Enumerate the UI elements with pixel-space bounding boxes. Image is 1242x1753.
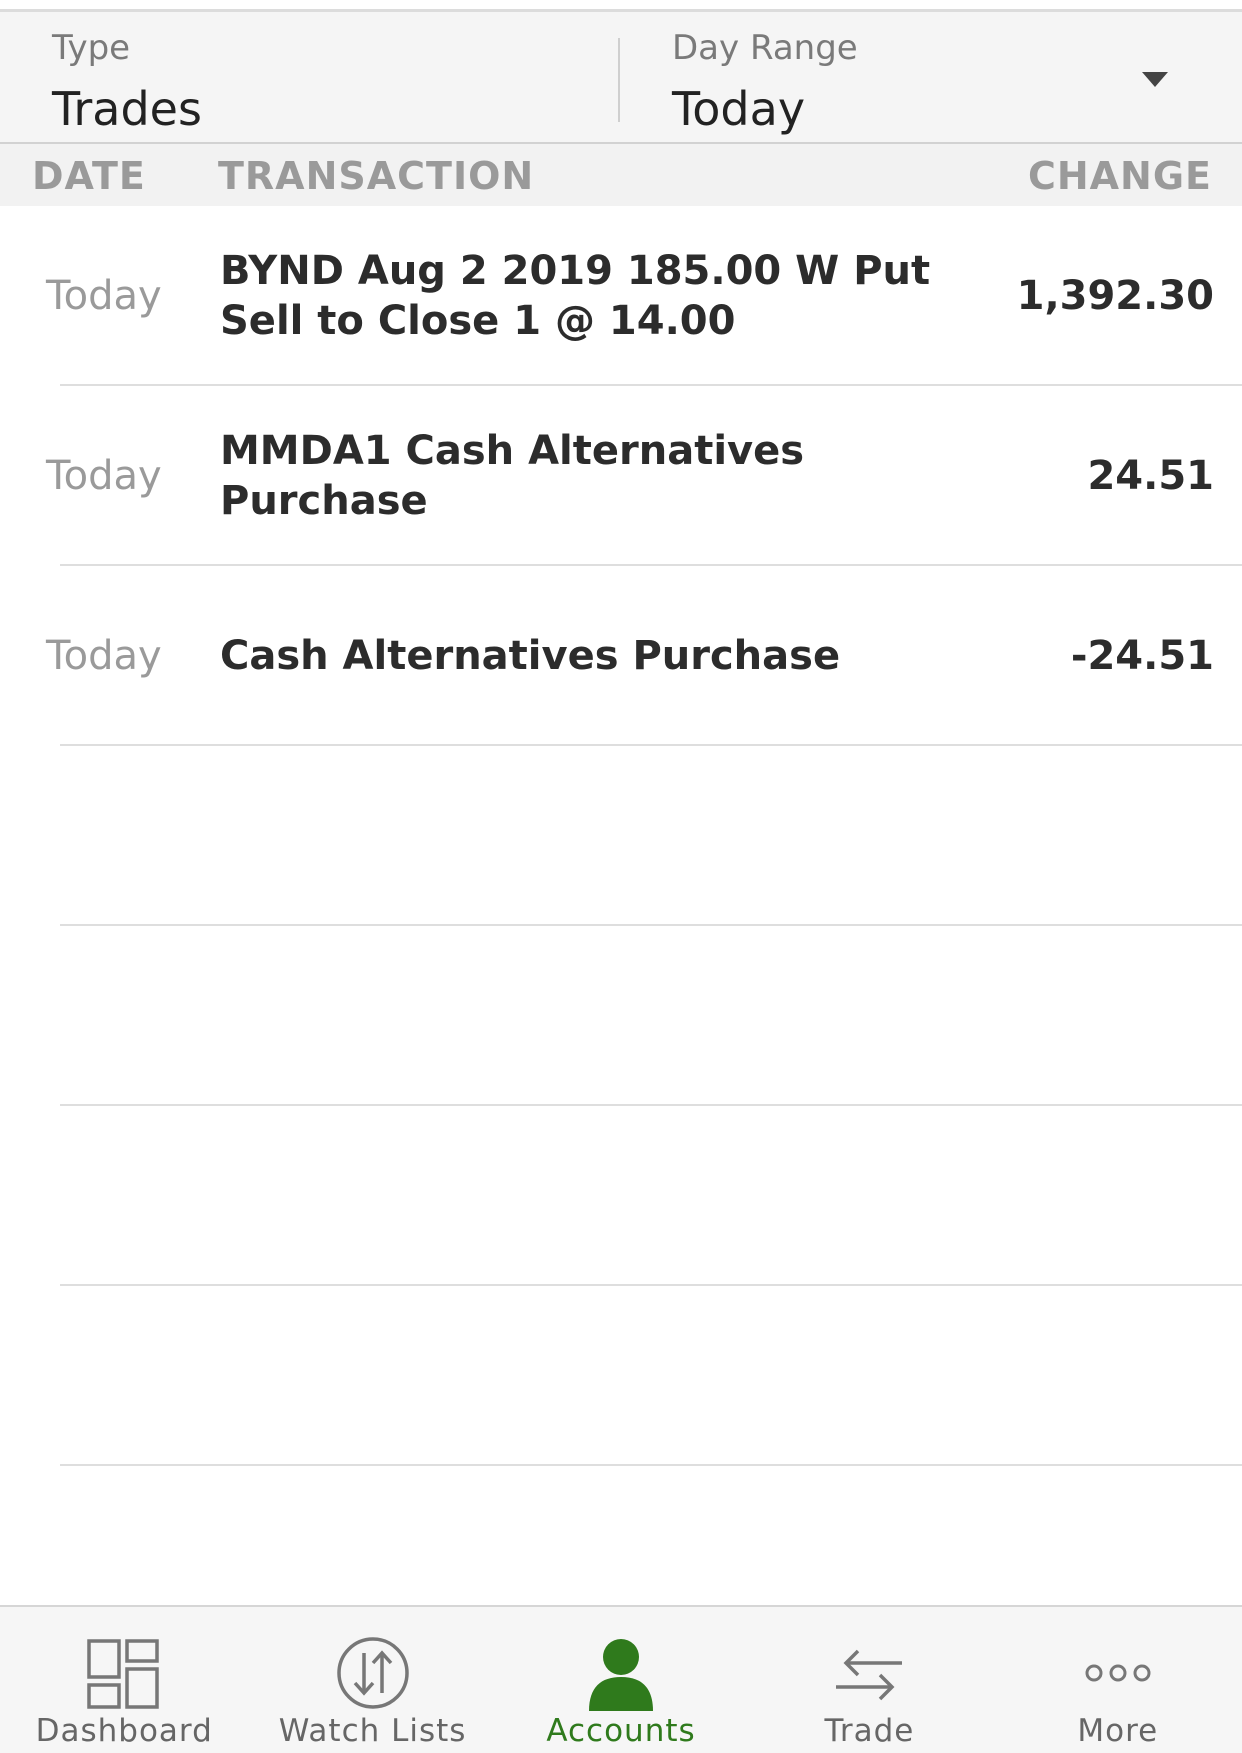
filter-bar: Type Trades Day Range Today xyxy=(0,12,1242,144)
column-header-transaction[interactable]: TRANSACTION xyxy=(218,154,534,198)
tab-watch-lists[interactable]: Watch Lists xyxy=(248,1607,496,1753)
tab-label: Watch Lists xyxy=(278,1713,467,1749)
empty-row xyxy=(0,1286,1242,1466)
top-divider xyxy=(0,0,1242,12)
tab-more[interactable]: More xyxy=(994,1607,1242,1753)
tab-dashboard[interactable]: Dashboard xyxy=(0,1607,248,1753)
column-header-change[interactable]: CHANGE xyxy=(1028,154,1212,198)
up-down-arrows-circle-icon xyxy=(336,1637,409,1709)
transaction-date: Today xyxy=(46,273,162,319)
type-filter[interactable]: Type Trades xyxy=(0,12,620,142)
column-header-date[interactable]: DATE xyxy=(32,154,146,198)
tab-trade[interactable]: Trade xyxy=(745,1607,993,1753)
transaction-row[interactable]: Today Cash Alternatives Purchase -24.51 xyxy=(0,566,1242,746)
tab-label: Trade xyxy=(824,1713,915,1749)
tab-accounts[interactable]: Accounts xyxy=(497,1607,745,1753)
transaction-change: 24.51 xyxy=(1087,453,1214,499)
transaction-row[interactable]: Today MMDA1 Cash Alternatives Purchase 2… xyxy=(0,386,1242,566)
transactions-screen: Type Trades Day Range Today DATE TRANSAC… xyxy=(0,0,1242,1753)
transaction-row[interactable]: Today BYND Aug 2 2019 185.00 W Put Sell … xyxy=(0,206,1242,386)
transaction-change: 1,392.30 xyxy=(1016,273,1214,319)
empty-row xyxy=(0,1106,1242,1286)
empty-row xyxy=(0,926,1242,1106)
person-icon xyxy=(589,1639,654,1711)
day-range-filter-label: Day Range xyxy=(672,28,858,68)
transaction-list: Today BYND Aug 2 2019 185.00 W Put Sell … xyxy=(0,206,1242,1466)
tab-label: More xyxy=(1077,1713,1159,1749)
dropdown-triangle-icon[interactable] xyxy=(1142,72,1168,87)
column-header: DATE TRANSACTION CHANGE xyxy=(0,144,1242,206)
empty-row xyxy=(0,746,1242,926)
tab-label: Accounts xyxy=(546,1713,696,1749)
tab-bar: Dashboard Watch Lists Accounts Trade Mor… xyxy=(0,1605,1242,1753)
transaction-description: BYND Aug 2 2019 185.00 W Put Sell to Clo… xyxy=(220,248,931,344)
dashboard-grid-icon xyxy=(87,1639,159,1709)
tab-label: Dashboard xyxy=(35,1713,213,1749)
transaction-description: MMDA1 Cash Alternatives Purchase xyxy=(220,428,805,524)
swap-arrows-icon xyxy=(836,1649,903,1701)
transaction-description: Cash Alternatives Purchase xyxy=(220,633,841,679)
transaction-date: Today xyxy=(46,453,162,499)
type-filter-value[interactable]: Trades xyxy=(52,82,202,136)
transaction-change: -24.51 xyxy=(1070,633,1214,679)
three-dots-icon xyxy=(1085,1664,1151,1682)
day-range-filter[interactable]: Day Range Today xyxy=(620,12,1242,142)
type-filter-label: Type xyxy=(52,28,131,68)
row-divider xyxy=(60,1464,1242,1466)
day-range-filter-value[interactable]: Today xyxy=(672,82,805,136)
transaction-date: Today xyxy=(46,633,162,679)
